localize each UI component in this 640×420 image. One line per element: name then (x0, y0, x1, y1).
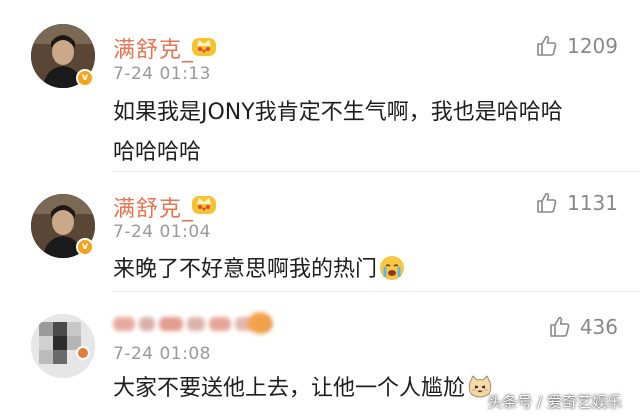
like-count: 1131 (567, 191, 618, 215)
timestamp: 7-24 01:08 (113, 344, 211, 364)
watermark: 头条号 / 爱奇艺娱乐 (487, 391, 622, 412)
timestamp: 7-24 01:04 (113, 222, 211, 242)
thumbs-up-icon (537, 35, 557, 56)
comment-text-line: 如果我是JONY我肯定不生气啊，我也是哈哈哈 (113, 100, 563, 125)
like-button[interactable]: 1209 (535, 34, 618, 58)
crying-face-emoji (380, 256, 405, 280)
crown-badge-icon (192, 196, 216, 214)
thumbs-up-icon (550, 316, 570, 337)
comment-text: 如果我是JONY我肯定不生气啊，我也是哈哈哈 哈哈哈哈 (113, 93, 618, 173)
thumbs-up-icon (537, 192, 557, 213)
blur-mask (113, 317, 135, 331)
like-button[interactable]: 436 (548, 315, 618, 339)
blur-mask (209, 317, 231, 331)
username[interactable]: 满舒克_ (113, 32, 194, 64)
blur-mask (139, 317, 155, 331)
username[interactable]: 满舒克_ (113, 191, 194, 223)
verified-badge-icon: v (76, 238, 94, 256)
comment-item: v 满舒克_ 7-24 01:13 1209 如果我是JONY我肯定不生气啊，我… (0, 0, 640, 170)
crown-badge-icon (192, 38, 216, 56)
like-count: 1209 (567, 34, 618, 58)
blur-mask (159, 317, 183, 331)
timestamp: 7-24 01:13 (113, 64, 211, 84)
comment-text-content: 大家不要送他上去，让他一个人尴尬 (113, 376, 466, 401)
comment-text-content: 来晚了不好意思啊我的热门 (113, 257, 378, 282)
comment-item: v 满舒克_ 7-24 01:04 1131 来晚了不好意思啊我的热门 (0, 172, 640, 290)
watermark-text: 头条号 / 爱奇艺娱乐 (487, 393, 622, 411)
like-button[interactable]: 1131 (535, 191, 618, 215)
badge-blurred (248, 312, 272, 334)
verified-badge-icon (76, 346, 90, 360)
comment-text: 来晚了不好意思啊我的热门 (113, 250, 618, 290)
verified-badge-icon: v (76, 69, 94, 87)
comment-text-line: 哈哈哈哈 (113, 140, 202, 165)
blur-mask (187, 317, 205, 331)
like-count: 436 (579, 315, 618, 339)
